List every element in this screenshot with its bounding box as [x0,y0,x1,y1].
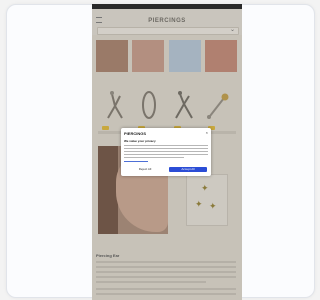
modal-logo: PIERCINGS [124,131,147,135]
stud-photo: ✦ ✦ ✦ [186,174,228,226]
star-icon: ✦ [195,199,203,209]
cookie-consent-modal: PIERCINGS × We value your privacy Reject… [121,128,211,176]
text-line [96,261,236,263]
search-input[interactable]: ⌄ [97,27,239,35]
product-image[interactable] [100,88,130,122]
text-line [96,293,236,295]
text-line [124,145,208,147]
reject-button[interactable]: Reject All [126,167,164,172]
category-tile[interactable] [96,40,128,72]
close-icon[interactable]: × [206,130,208,135]
text-line [96,266,236,268]
product-image[interactable] [204,88,234,122]
category-tile[interactable] [169,40,201,72]
site-logo[interactable]: PIERCINGS [134,18,200,24]
page-title: Piercing Ear [96,253,120,258]
text-line [124,148,208,150]
text-line [96,276,236,278]
category-tile[interactable] [132,40,164,72]
hair [98,146,118,234]
text-line [96,271,236,273]
modal-title: We value your privacy [124,139,156,143]
text-line [124,154,208,156]
status-badge [102,126,109,130]
text-line [96,288,236,290]
text-line [124,157,184,159]
privacy-link[interactable] [124,161,148,163]
chevron-down-icon[interactable]: ⌄ [230,26,235,33]
site-header: PIERCINGS ⌄ [92,9,242,35]
product-image[interactable] [170,88,200,122]
product-image[interactable] [134,88,164,122]
star-icon: ✦ [201,183,209,193]
accept-button[interactable]: Accept All [169,167,207,172]
text-line [96,281,206,283]
menu-icon[interactable] [96,17,102,23]
category-tile[interactable] [205,40,237,72]
text-line [124,151,208,153]
star-icon: ✦ [209,201,217,211]
